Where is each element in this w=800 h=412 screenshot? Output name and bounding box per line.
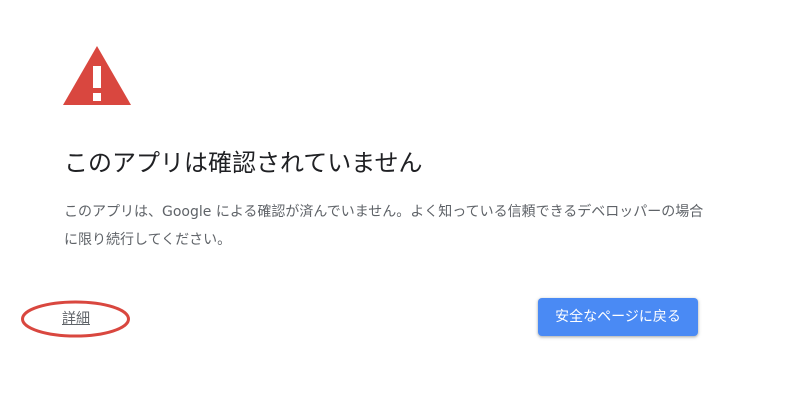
warning-triangle-icon — [63, 46, 131, 105]
back-to-safety-button[interactable]: 安全なページに戻る — [538, 298, 698, 336]
details-link[interactable]: 詳細 — [62, 309, 90, 329]
page-title: このアプリは確認されていません — [64, 149, 423, 177]
warning-message: このアプリは、Google による確認が済んでいません。よく知っている信頼できる… — [64, 204, 704, 248]
